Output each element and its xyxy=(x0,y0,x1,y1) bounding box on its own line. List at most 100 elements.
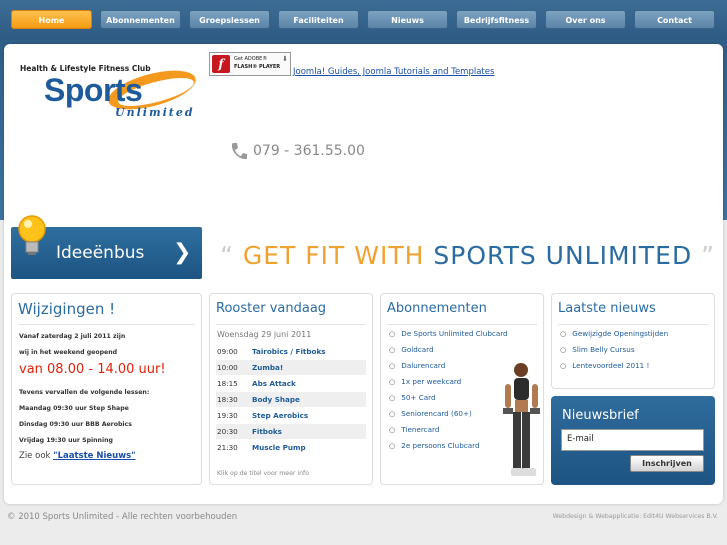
divider xyxy=(558,324,708,325)
slogan: “ GET FIT WITH SPORTS UNLIMITED ” xyxy=(220,241,715,270)
wijzigingen-line1: Vanaf zaterdag 2 juli 2011 zijn xyxy=(19,333,126,340)
table-row: 10:00 Zumba! xyxy=(216,360,366,375)
logo-unlimited: Unlimited xyxy=(115,106,195,119)
nav-over-ons[interactable]: Over ons xyxy=(545,10,626,29)
nav-abonnementen[interactable]: Abonnementen xyxy=(100,10,181,29)
wijzigingen-line4: Maandag 09:30 uur Step Shape xyxy=(19,405,129,412)
credits-link[interactable]: Webdesign & Webapplicatie: Edit4U Webser… xyxy=(553,513,718,520)
nav-bedrijfsfitness[interactable]: Bedrijfsfitness xyxy=(456,10,537,29)
class-time: 20:30 xyxy=(217,427,238,436)
class-time: 10:00 xyxy=(217,363,238,372)
copyright: © 2010 Sports Unlimited - Alle rechten v… xyxy=(7,512,238,522)
opening-time: van 08.00 - 14.00 uur! xyxy=(19,362,166,377)
divider xyxy=(18,324,195,325)
class-link[interactable]: Tairobics / Fitboks xyxy=(252,347,326,356)
list-item-label: De Sports Unlimited Clubcard xyxy=(401,329,508,338)
divider xyxy=(387,324,537,325)
main-nav: Home Abonnementen Groepslessen Facilitei… xyxy=(0,0,727,40)
class-link[interactable]: Step Aerobics xyxy=(252,411,308,420)
quote-close-icon: ” xyxy=(701,241,716,270)
nav-contact[interactable]: Contact xyxy=(634,10,715,29)
list-item[interactable]: ○ 1x per weekcard xyxy=(389,377,461,386)
nieuwsbrief-box: Nieuwsbrief E-mail Inschrijven xyxy=(551,396,715,485)
quote-open-icon: “ xyxy=(220,241,234,270)
nav-faciliteiten[interactable]: Faciliteiten xyxy=(278,10,359,29)
nieuws-panel: Laatste nieuws ○ Gewijzigde Openingstijde… xyxy=(551,293,715,389)
list-item[interactable]: ○ 50+ Card xyxy=(389,393,436,402)
abonnementen-title: Abonnementen xyxy=(387,301,487,316)
rooster-title: Rooster vandaag xyxy=(216,301,327,316)
list-item[interactable]: ○ Gewijzigde Openingstijden xyxy=(560,329,668,338)
list-item[interactable]: ○ Slim Belly Cursus xyxy=(560,345,635,354)
divider xyxy=(216,324,366,325)
class-link[interactable]: Abs Attack xyxy=(252,379,296,388)
list-item-label: Dalurencard xyxy=(401,361,446,370)
abonnementen-panel: Abonnementen ○ De Sports Unlimited Clubca… xyxy=(380,293,544,485)
zie-ook-label: Zie ook xyxy=(19,451,51,461)
phone-icon xyxy=(231,143,247,160)
class-link[interactable]: Zumba! xyxy=(252,363,283,372)
inschrijven-button[interactable]: Inschrijven xyxy=(630,455,704,472)
wijzigingen-line2: wij in het weekend geopend xyxy=(19,349,118,356)
wijzigingen-line5: Dinsdag 09:30 uur BBB Aerobics xyxy=(19,421,132,428)
bullet-icon: ○ xyxy=(389,409,396,418)
nav-nieuws[interactable]: Nieuws xyxy=(367,10,448,29)
bullet-icon: ○ xyxy=(389,393,396,402)
list-item-label: Gewijzigde Openingstijden xyxy=(572,329,669,338)
nav-home[interactable]: Home xyxy=(11,10,92,29)
lightbulb-icon xyxy=(18,215,46,255)
list-item-label: Tienercard xyxy=(401,425,440,434)
list-item-label: Goldcard xyxy=(401,345,434,354)
class-link[interactable]: Body Shape xyxy=(252,395,300,404)
flash-name-label: FLASH® PLAYER xyxy=(234,64,281,70)
rooster-panel: Rooster vandaag Woensdag 29 juni 2011 09… xyxy=(209,293,373,485)
list-item-label: 1x per weekcard xyxy=(401,377,462,386)
laatste-nieuws-link[interactable]: "Laatste Nieuws" xyxy=(53,451,135,461)
bullet-icon: ○ xyxy=(389,361,396,370)
list-item-label: Seniorencard (60+) xyxy=(401,409,472,418)
class-time: 21:30 xyxy=(217,443,238,452)
table-row: 18:30 Body Shape xyxy=(216,392,366,407)
download-arrow-icon: ⬇ xyxy=(282,55,288,63)
nieuws-title: Laatste nieuws xyxy=(558,301,656,316)
list-item[interactable]: ○ De Sports Unlimited Clubcard xyxy=(389,329,508,338)
bullet-icon: ○ xyxy=(389,377,396,386)
bullet-icon: ○ xyxy=(389,329,396,338)
list-item[interactable]: ○ Tienercard xyxy=(389,425,439,434)
list-item-label: Lentevoordeel 2011 ! xyxy=(572,361,650,370)
list-item-label: Slim Belly Cursus xyxy=(572,345,635,354)
nieuwsbrief-title: Nieuwsbrief xyxy=(562,408,639,423)
list-item-label: 50+ Card xyxy=(401,393,436,402)
bullet-icon: ○ xyxy=(389,425,396,434)
class-time: 09:00 xyxy=(217,347,238,356)
bullet-icon: ○ xyxy=(560,345,567,354)
bullet-icon: ○ xyxy=(560,361,567,370)
flash-get-label: Get ADOBE® xyxy=(234,56,268,62)
table-row: 09:00 Tairobics / Fitboks xyxy=(216,344,366,359)
table-row: 18:15 Abs Attack xyxy=(216,376,366,391)
class-link[interactable]: Fitboks xyxy=(252,427,282,436)
flash-player-badge[interactable]: f Get ADOBE® FLASH® PLAYER ⬇ xyxy=(209,52,291,76)
list-item[interactable]: ○ 2e persoons Clubcard xyxy=(389,441,480,450)
wijzigingen-line6: Vrijdag 19:30 uur Spinning xyxy=(19,437,113,444)
flash-icon: f xyxy=(212,55,230,73)
bullet-icon: ○ xyxy=(389,345,396,354)
wijzigingen-line3: Tevens vervallen de volgende lessen: xyxy=(19,389,150,396)
list-item[interactable]: ○ Dalurencard xyxy=(389,361,445,370)
list-item[interactable]: ○ Goldcard xyxy=(389,345,434,354)
table-row: 19:30 Step Aerobics xyxy=(216,408,366,423)
logo-sports[interactable]: Sports xyxy=(44,72,143,109)
class-link[interactable]: Muscle Pump xyxy=(252,443,306,452)
table-row: 21:30 Muscle Pump xyxy=(216,440,366,455)
list-item[interactable]: ○ Seniorencard (60+) xyxy=(389,409,472,418)
joomla-link[interactable]: Joomla! Guides, Joomla Tutorials and Tem… xyxy=(293,67,494,77)
wijzigingen-panel: Wijzigingen ! Vanaf zaterdag 2 juli 2011… xyxy=(11,293,202,485)
phone-number: 079 - 361.55.00 xyxy=(253,143,365,159)
class-time: 19:30 xyxy=(217,411,238,420)
nav-groepslessen[interactable]: Groepslessen xyxy=(189,10,270,29)
zie-ook: Zie ook "Laatste Nieuws" xyxy=(19,451,136,461)
list-item[interactable]: ○ Lentevoordeel 2011 ! xyxy=(560,361,649,370)
slogan-part2: SPORTS UNLIMITED xyxy=(433,241,693,270)
athlete-image xyxy=(503,363,540,476)
email-field[interactable]: E-mail xyxy=(561,429,704,451)
